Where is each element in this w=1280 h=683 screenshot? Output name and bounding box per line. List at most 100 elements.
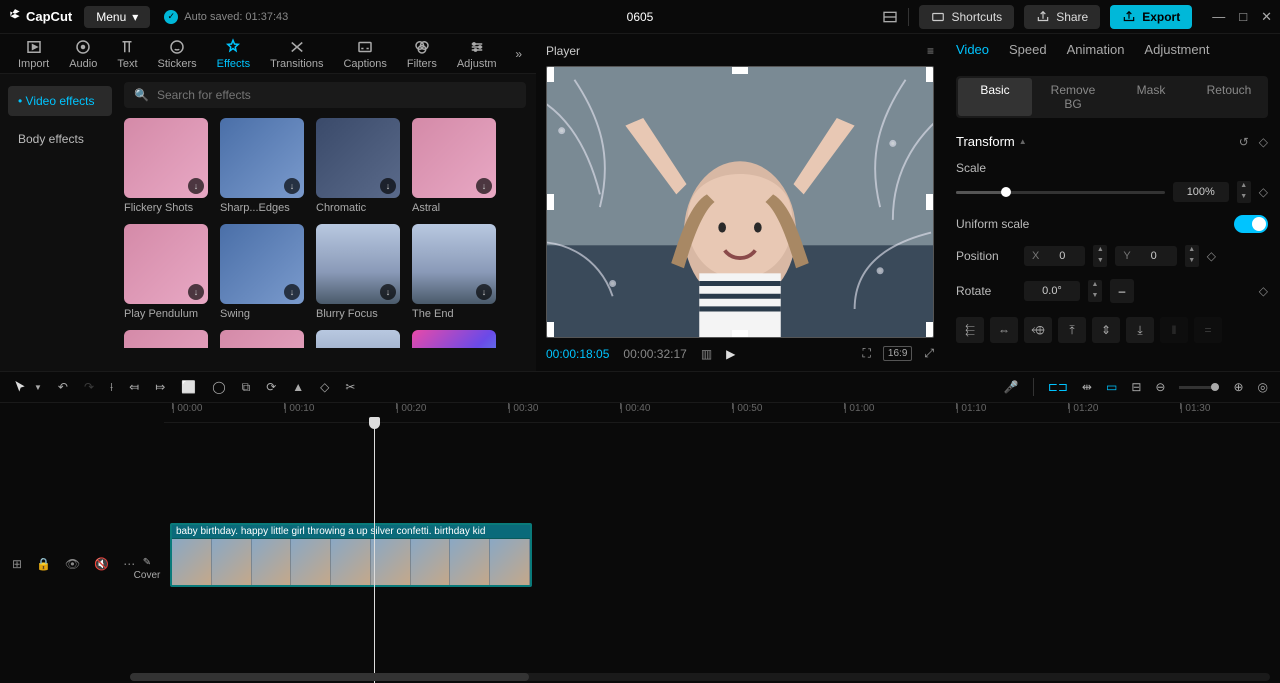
effect-item[interactable]: ↓ (124, 330, 208, 348)
menu-button[interactable]: Menu ▾ (84, 6, 150, 28)
effect-item[interactable]: ↓ (412, 330, 496, 348)
align-left[interactable]: ⬱ (956, 317, 984, 343)
scale-keyframe[interactable]: ◇ (1259, 185, 1268, 199)
player-menu-icon[interactable]: ≡ (927, 44, 934, 58)
pos-y-stepper[interactable]: ▲▼ (1185, 245, 1199, 267)
rtab-video[interactable]: Video (956, 42, 989, 57)
download-icon[interactable]: ↓ (476, 284, 492, 300)
effect-item[interactable]: ↓Blurry Focus (316, 224, 400, 320)
download-icon[interactable]: ↓ (476, 178, 492, 194)
rotate-keyframe[interactable]: ◇ (1259, 284, 1268, 298)
effect-item[interactable]: ↓Astral (412, 118, 496, 214)
magnet-on-icon[interactable]: ⊏⊐ (1048, 380, 1068, 394)
align-hcenter[interactable]: ⇔ (990, 317, 1018, 343)
mirror-h-tool[interactable]: ▲ (292, 380, 304, 394)
maximize-icon[interactable]: □ (1239, 9, 1247, 25)
mask-tool[interactable]: ◯ (212, 380, 225, 394)
rotate-stepper[interactable]: ▲▼ (1088, 280, 1102, 302)
shortcuts-button[interactable]: Shortcuts (919, 5, 1014, 29)
crop-img-tool[interactable]: ✂ (345, 380, 355, 394)
cover-button[interactable]: ✎ Cover (134, 557, 160, 581)
position-keyframe[interactable]: ◇ (1207, 249, 1216, 263)
align-top[interactable]: ⤒ (1058, 317, 1086, 343)
effect-item[interactable]: ↓Chromatic (316, 118, 400, 214)
rtab-animation[interactable]: Animation (1067, 42, 1125, 57)
dist-h[interactable]: ‖ (1160, 317, 1188, 343)
cut-icon[interactable]: ⊟ (1131, 380, 1141, 394)
eye-icon[interactable]: 👁 (65, 557, 80, 571)
effect-item[interactable]: ↓ (220, 330, 304, 348)
search-box[interactable]: 🔍 (124, 82, 526, 108)
close-icon[interactable]: ✕ (1261, 9, 1272, 25)
preview-on-icon[interactable]: ▭ (1106, 380, 1117, 394)
reset-icon[interactable]: ↺ (1239, 135, 1249, 149)
playhead[interactable] (374, 423, 375, 683)
download-icon[interactable]: ↓ (188, 178, 204, 194)
minimize-icon[interactable]: — (1212, 9, 1225, 25)
effect-item[interactable]: ↓Sharp...Edges (220, 118, 304, 214)
tab-captions[interactable]: Captions (333, 38, 396, 70)
subtab-retouch[interactable]: Retouch (1192, 78, 1266, 116)
tab-transitions[interactable]: Transitions (260, 38, 333, 70)
speed-tool[interactable]: ⟳ (266, 380, 276, 394)
effect-item[interactable]: ↓Flickery Shots (124, 118, 208, 214)
time-ruler[interactable]: | 00:00| 00:10| 00:20| 00:30| 00:40| 00:… (164, 403, 1280, 423)
timeline[interactable]: | 00:00| 00:10| 00:20| 00:30| 00:40| 00:… (0, 403, 1280, 683)
download-icon[interactable]: ↓ (380, 284, 396, 300)
select-dropdown[interactable]: ▼ (34, 383, 42, 392)
pos-x-stepper[interactable]: ▲▼ (1093, 245, 1107, 267)
aspect-ratio[interactable]: 16:9 (883, 346, 912, 361)
tabs-more-icon[interactable]: » (509, 47, 528, 61)
crop-tool[interactable]: ⬜ (181, 380, 196, 394)
rtab-speed[interactable]: Speed (1009, 42, 1047, 57)
mic-icon[interactable]: 🎤 (1004, 380, 1019, 394)
scale-stepper[interactable]: ▲▼ (1237, 181, 1251, 203)
effect-item[interactable]: ↓ (316, 330, 400, 348)
dist-v[interactable]: = (1194, 317, 1222, 343)
pos-y-input[interactable]: 0 (1135, 246, 1173, 266)
scale-fit-icon[interactable]: ⛶ (863, 346, 871, 361)
zoom-out-icon[interactable]: ⊖ (1155, 380, 1165, 394)
compare-icon[interactable]: ▥ (701, 347, 712, 361)
video-clip[interactable]: baby birthday. happy little girl throwin… (170, 523, 532, 587)
keyframe-icon[interactable]: ◇ (1259, 135, 1268, 149)
tab-effects[interactable]: Effects (207, 38, 260, 70)
subtab-mask[interactable]: Mask (1114, 78, 1188, 116)
mirror-button[interactable]: – (1110, 279, 1134, 303)
lock-icon[interactable]: 🔒 (36, 557, 51, 571)
pos-x-input[interactable]: 0 (1043, 246, 1081, 266)
tab-stickers[interactable]: Stickers (148, 38, 207, 70)
tab-text[interactable]: Text (107, 38, 147, 70)
timeline-scrollbar[interactable] (130, 673, 1270, 681)
link-icon[interactable]: ⇹ (1082, 380, 1092, 394)
play-button[interactable]: ▶ (726, 347, 735, 361)
sidebar-video-effects[interactable]: Video effects (8, 86, 112, 116)
split-left[interactable]: ⤆ (129, 380, 139, 394)
export-button[interactable]: Export (1110, 5, 1192, 29)
share-button[interactable]: Share (1024, 5, 1100, 29)
expand-icon[interactable]: ⊞ (12, 557, 22, 571)
split-right[interactable]: ⤇ (155, 380, 165, 394)
redo-button[interactable]: ↷ (84, 380, 94, 394)
align-vcenter[interactable]: ⇕ (1092, 317, 1120, 343)
zoom-in-icon[interactable]: ⊕ (1233, 380, 1243, 394)
rotate-input[interactable]: 0.0° (1024, 281, 1080, 301)
preview-canvas[interactable] (546, 66, 934, 338)
select-tool[interactable] (12, 379, 28, 395)
align-right[interactable]: ⬲ (1024, 317, 1052, 343)
sidebar-body-effects[interactable]: Body effects (8, 124, 112, 154)
scale-slider[interactable] (956, 191, 1165, 194)
align-bottom[interactable]: ⤓ (1126, 317, 1154, 343)
download-icon[interactable]: ↓ (284, 284, 300, 300)
zoom-fit-icon[interactable]: ◎ (1258, 380, 1268, 394)
zoom-slider[interactable] (1179, 386, 1219, 389)
mirror-v-tool[interactable]: ◇ (320, 380, 329, 394)
layout-icon[interactable] (882, 9, 898, 25)
subtab-removebg[interactable]: Remove BG (1036, 78, 1110, 116)
tab-import[interactable]: Import (8, 38, 59, 70)
rtab-adjustment[interactable]: Adjustment (1144, 42, 1209, 57)
mute-icon[interactable]: 🔇 (94, 557, 109, 571)
scale-value[interactable]: 100% (1173, 182, 1229, 202)
effect-item[interactable]: ↓Swing (220, 224, 304, 320)
tab-adjustment[interactable]: Adjustm (447, 38, 507, 70)
